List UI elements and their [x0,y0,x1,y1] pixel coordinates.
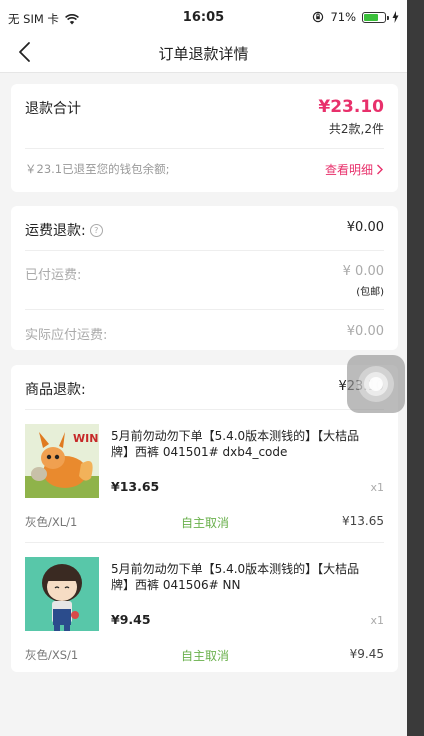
refund-status: 自主取消 [181,649,230,663]
product-item[interactable]: 5月前勿动勿下单【5.4.0版本测钱的】【大桔品牌】西裤 041506# NN … [11,557,398,691]
product-price: ¥13.65 [111,479,160,494]
divider [25,148,384,149]
page-title: 订单退款详情 [158,45,249,63]
battery-icon [362,11,389,23]
question-icon[interactable]: ? [89,223,103,237]
product-spec: 灰色/XS/1 [25,648,79,662]
status-right: 71% [312,10,399,24]
assistive-ring [369,377,383,391]
refund-note: ￥23.1已退至您的钱包余额; [25,162,170,176]
divider [25,542,384,543]
phone-screen: 无 SIM 卡 16:05 71% 订单退款详情 退款合计 ¥23.10 共2款… [0,0,407,736]
refund-status: 自主取消 [181,516,230,530]
divider [25,309,384,310]
product-quantity: x1 [370,614,384,627]
battery-percent: 71% [330,10,356,24]
goods-refund-label: 商品退款: [25,382,86,398]
divider [25,250,384,251]
view-detail-label: 查看明细 [324,163,373,177]
product-quantity: x1 [370,481,384,494]
refund-summary-card: 退款合计 ¥23.10 共2款,2件 ￥23.1已退至您的钱包余额; 查看明细 [11,84,398,192]
refund-total-label: 退款合计 [25,101,81,117]
product-price: ¥9.45 [111,612,151,627]
actual-shipping-value: ¥0.00 [346,324,384,339]
product-thumbnail: WIN! [25,424,99,498]
assistive-touch-button[interactable] [347,355,405,413]
product-refund-amount: ¥13.65 [342,514,384,528]
refund-item-count: 共2款,2件 [328,122,384,136]
product-thumbnail [25,557,99,631]
paid-shipping-value: ¥ 0.00 [342,264,384,279]
shipping-refund-card: 运费退款: ? ¥0.00 已付运费: ¥ 0.00 (包邮) 实际应付运费: … [11,206,398,350]
paid-shipping-label: 已付运费: [25,268,82,283]
status-bar: 无 SIM 卡 16:05 71% [0,0,407,34]
product-title: 5月前勿动勿下单【5.4.0版本测钱的】【大桔品牌】西裤 041506# NN [111,562,360,592]
divider [25,409,384,410]
thumb-win-text: WIN! [73,432,99,445]
orientation-lock-icon [313,11,324,23]
goods-refund-card: 商品退款: ¥23.10 WIN! 5月前勿动勿下单【5.4.0版本测钱的】【大… [11,365,398,672]
battery-fill [364,13,378,21]
view-detail-link[interactable]: 查看明细 [325,161,384,178]
product-refund-amount: ¥9.45 [349,647,384,661]
charging-bolt-icon [392,11,399,23]
product-spec: 灰色/XL/1 [25,515,78,529]
actual-shipping-label: 实际应付运费: [25,328,108,343]
product-item[interactable]: WIN! 5月前勿动勿下单【5.4.0版本测钱的】【大桔品牌】西裤 041501… [11,424,398,558]
shipping-refund-label: 运费退款: [25,223,86,239]
shipping-refund-value: ¥0.00 [346,220,384,235]
chevron-right-icon [377,164,383,175]
free-shipping-tag: (包邮) [356,287,384,298]
refund-total-amount: ¥23.10 [318,97,384,117]
nav-bar: 订单退款详情 [0,34,407,73]
shipping-refund-label-wrap: 运费退款: ? [25,220,103,240]
product-title: 5月前勿动勿下单【5.4.0版本测钱的】【大桔品牌】西裤 041501# dxb… [111,429,360,459]
